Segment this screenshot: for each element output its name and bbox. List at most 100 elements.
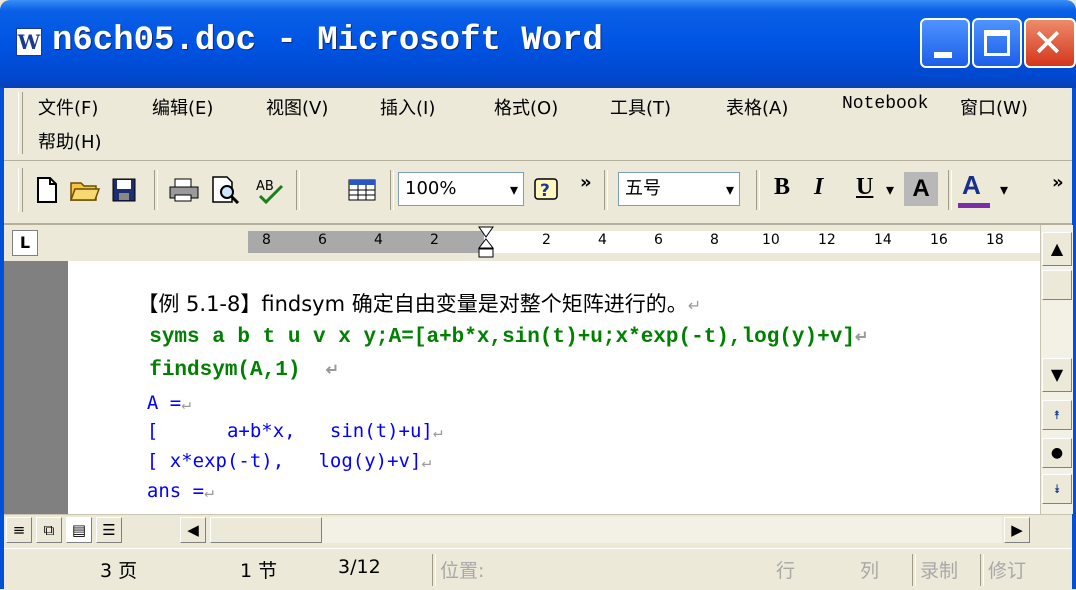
ruler-number: 12 bbox=[818, 232, 836, 248]
toolbar-separator bbox=[948, 170, 952, 210]
insert-table-button[interactable] bbox=[342, 172, 382, 208]
minimize-icon bbox=[934, 52, 952, 58]
underline-icon: U bbox=[856, 174, 874, 200]
spelling-button[interactable]: AB bbox=[250, 172, 290, 208]
toolbar-options-icon[interactable]: » bbox=[580, 172, 592, 193]
indent-marker[interactable] bbox=[476, 226, 496, 260]
bold-button[interactable]: B bbox=[774, 174, 790, 201]
horizontal-scrollbar[interactable] bbox=[210, 517, 1002, 543]
help-button[interactable]: ? bbox=[530, 172, 564, 208]
ruler-number: 6 bbox=[318, 232, 327, 248]
ruler-number: 6 bbox=[654, 232, 663, 248]
zoom-combo[interactable]: 100% bbox=[398, 172, 524, 206]
ruler-number: 4 bbox=[598, 232, 607, 248]
next-page-button[interactable]: ⯯ bbox=[1042, 474, 1072, 504]
status-page: 3 页 bbox=[100, 560, 138, 582]
svg-text:AB: AB bbox=[256, 179, 274, 194]
menu-edit[interactable]: 编辑(E) bbox=[152, 94, 213, 120]
paragraph-mark: ↵ bbox=[854, 329, 869, 347]
output-text: x bbox=[147, 510, 215, 512]
paragraph-mark: ↵ bbox=[421, 452, 432, 471]
spelling-icon: AB bbox=[256, 179, 284, 204]
ruler-number: 2 bbox=[430, 232, 439, 248]
arrow-right-icon: ▶ bbox=[1011, 521, 1023, 539]
toolbar-grip[interactable] bbox=[18, 168, 23, 212]
italic-button[interactable]: I bbox=[814, 174, 823, 201]
outline-view-icon: ☰ bbox=[102, 521, 116, 539]
toolbar-separator bbox=[296, 170, 300, 210]
ruler-number: 8 bbox=[710, 232, 719, 248]
paragraph-mark: ↵ bbox=[325, 362, 340, 380]
highlight-button[interactable]: A bbox=[904, 172, 938, 206]
minimize-button[interactable] bbox=[920, 18, 970, 68]
status-divider bbox=[912, 554, 916, 586]
next-page-icon: ⯯ bbox=[1053, 482, 1061, 496]
highlight-icon: A bbox=[912, 175, 930, 202]
ruler-number: 8 bbox=[262, 232, 271, 248]
print-button[interactable] bbox=[164, 172, 204, 208]
save-icon bbox=[112, 178, 136, 202]
web-layout-view-button[interactable]: ⧉ bbox=[36, 517, 62, 543]
font-color-button[interactable]: A bbox=[962, 170, 981, 201]
menu-insert[interactable]: 插入(I) bbox=[380, 94, 435, 120]
menu-tools[interactable]: 工具(T) bbox=[610, 94, 671, 120]
status-divider bbox=[432, 554, 436, 586]
menu-view[interactable]: 视图(V) bbox=[266, 94, 328, 120]
open-button[interactable] bbox=[66, 172, 104, 208]
tab-selector[interactable]: L bbox=[12, 230, 38, 256]
previous-page-icon: ⯭ bbox=[1053, 408, 1061, 422]
vertical-scroll-thumb[interactable] bbox=[1042, 270, 1072, 300]
italic-icon: I bbox=[814, 174, 824, 200]
word-app-icon[interactable]: W bbox=[16, 28, 42, 56]
ruler-number: 14 bbox=[874, 232, 892, 248]
print-preview-icon bbox=[212, 176, 240, 204]
status-revise[interactable]: 修订 bbox=[988, 556, 1026, 583]
new-document-icon bbox=[37, 177, 57, 203]
scroll-left-button[interactable]: ◀ bbox=[180, 517, 206, 543]
browse-object-icon: ● bbox=[1050, 445, 1064, 461]
menu-grip[interactable] bbox=[18, 92, 23, 154]
print-preview-button[interactable] bbox=[206, 172, 246, 208]
font-size-combo[interactable]: 五号 bbox=[618, 172, 740, 206]
output-line: x ↵ bbox=[124, 488, 248, 512]
select-browse-object-button[interactable]: ● bbox=[1042, 438, 1072, 468]
zoom-dropdown-arrow[interactable]: ▾ bbox=[510, 180, 518, 199]
previous-page-button[interactable]: ⯭ bbox=[1042, 400, 1072, 430]
print-layout-icon: ▤ bbox=[71, 521, 87, 539]
font-color-dropdown-arrow[interactable]: ▾ bbox=[1000, 180, 1008, 199]
menu-format[interactable]: 格式(O) bbox=[494, 94, 558, 120]
horizontal-scroll-thumb[interactable] bbox=[210, 517, 322, 543]
outline-view-button[interactable]: ☰ bbox=[96, 517, 122, 543]
save-button[interactable] bbox=[106, 172, 142, 208]
toolbar-separator bbox=[756, 170, 760, 210]
web-layout-icon: ⧉ bbox=[43, 521, 55, 539]
print-layout-view-button[interactable]: ▤ bbox=[66, 517, 92, 543]
underline-dropdown-arrow[interactable]: ▾ bbox=[886, 180, 894, 199]
normal-view-button[interactable]: ≡ bbox=[6, 517, 32, 543]
scroll-up-button[interactable]: ▲ bbox=[1042, 232, 1072, 266]
insert-table-icon bbox=[348, 179, 376, 201]
normal-view-icon: ≡ bbox=[12, 521, 26, 539]
menu-help[interactable]: 帮助(H) bbox=[38, 128, 102, 154]
menu-table[interactable]: 表格(A) bbox=[726, 94, 788, 120]
toolbar-options-icon[interactable]: » bbox=[1052, 172, 1064, 193]
maximize-button[interactable] bbox=[972, 18, 1022, 68]
underline-button[interactable]: U bbox=[856, 174, 873, 201]
status-position: 位置: bbox=[440, 560, 485, 582]
close-button[interactable]: ✕ bbox=[1024, 18, 1076, 68]
status-record[interactable]: 录制 bbox=[920, 556, 958, 583]
font-size-dropdown-arrow[interactable]: ▾ bbox=[726, 180, 734, 199]
ruler-number: 16 bbox=[930, 232, 948, 248]
menu-notebook[interactable]: Notebook bbox=[842, 94, 928, 114]
new-document-button[interactable] bbox=[30, 172, 64, 208]
paragraph-mark: ↵ bbox=[432, 422, 443, 441]
menu-window[interactable]: 窗口(W) bbox=[960, 94, 1028, 120]
status-section: 1 节 bbox=[240, 560, 278, 582]
scroll-down-button[interactable]: ▼ bbox=[1042, 358, 1072, 392]
font-color-swatch bbox=[958, 203, 990, 208]
menu-file[interactable]: 文件(F) bbox=[38, 94, 98, 120]
toolbar-separator bbox=[604, 170, 608, 210]
scroll-right-button[interactable]: ▶ bbox=[1004, 517, 1030, 543]
open-folder-icon bbox=[69, 182, 101, 201]
ruler-number: 4 bbox=[374, 232, 383, 248]
